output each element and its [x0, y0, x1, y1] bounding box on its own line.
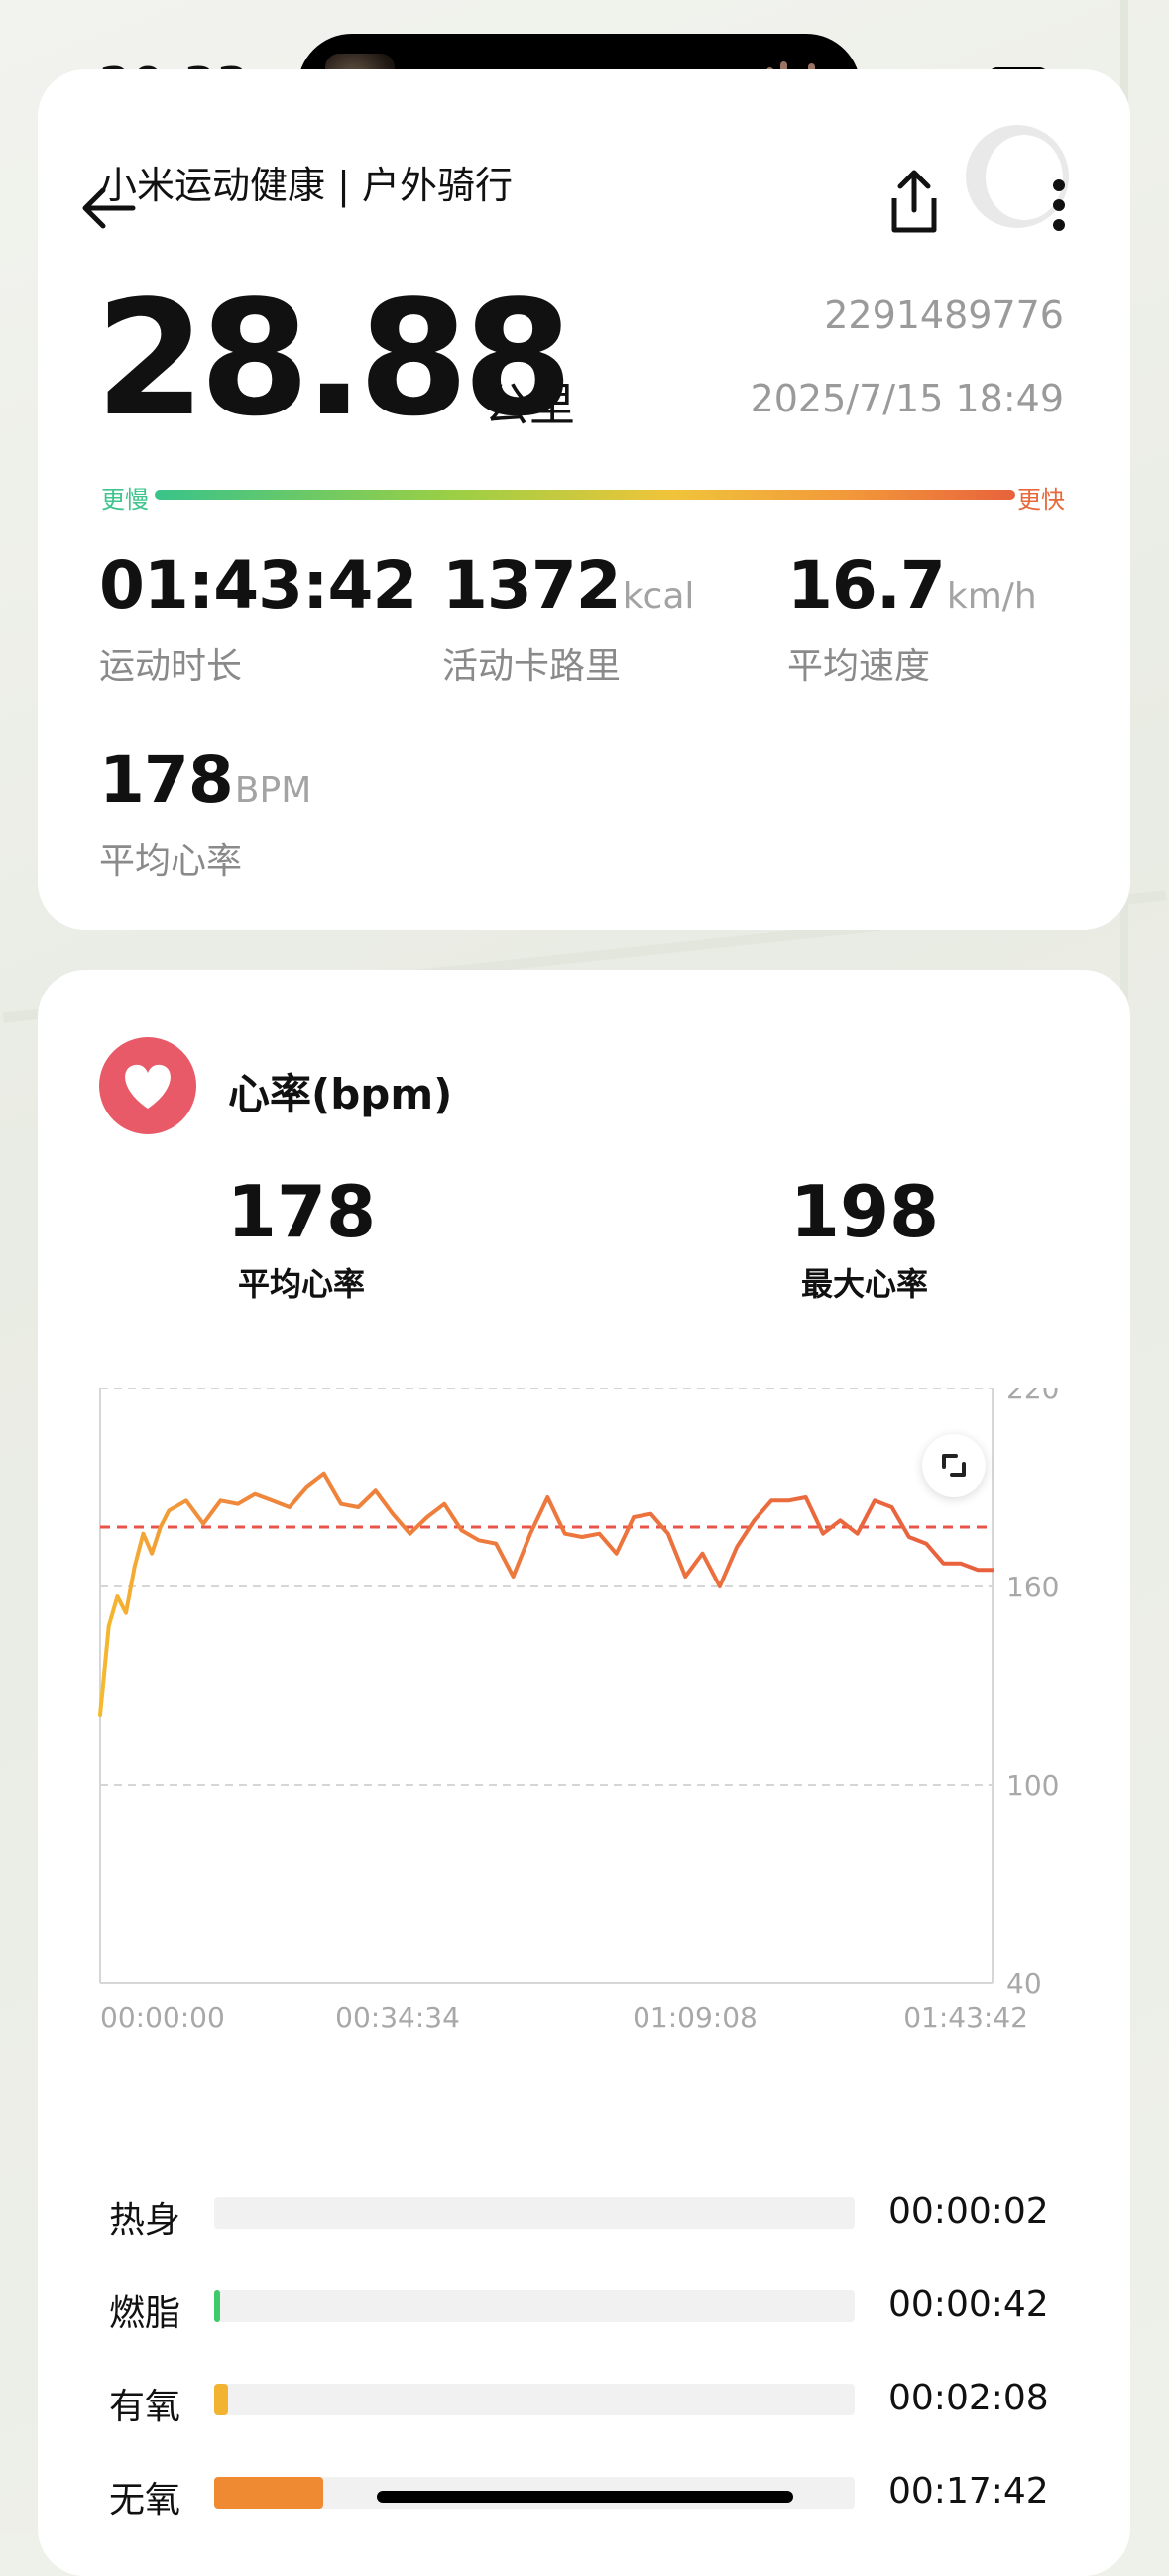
y-tick-label: 40: [1006, 1967, 1042, 2000]
zone-name: 无氧: [109, 2480, 181, 2520]
heart-rate-title: 心率(bpm): [228, 1070, 453, 1118]
metric-value: 01:43:42: [99, 547, 417, 624]
metric-label: 运动时长: [99, 646, 243, 687]
home-indicator[interactable]: [377, 2491, 793, 2503]
zone-time: 00:00:02: [888, 2191, 1049, 2232]
workout-date: 2025/7/15 18:49: [750, 377, 1064, 420]
zone-track: [214, 2197, 855, 2229]
speed-slow-label: 更慢: [101, 486, 149, 514]
share-icon[interactable]: [884, 167, 944, 238]
zone-bar: [214, 2290, 221, 2322]
max-heart-rate-value: 198: [789, 1170, 940, 1253]
heart-icon: [99, 1037, 196, 1134]
zone-track: [214, 2384, 855, 2415]
y-tick-label: 220: [1006, 1388, 1059, 1405]
zone-name: 热身: [109, 2200, 181, 2241]
avg-heart-rate-label: 平均心率: [237, 1265, 365, 1303]
y-tick-label: 160: [1006, 1571, 1059, 1603]
metric-label: 平均心率: [99, 841, 243, 881]
zone-bar: [214, 2384, 228, 2415]
metric-label: 活动卡路里: [442, 646, 622, 687]
speed-fast-label: 更快: [1017, 486, 1065, 514]
more-options-icon[interactable]: [1049, 178, 1069, 232]
metric-value: 1372: [442, 547, 622, 624]
zone-time: 00:02:08: [888, 2378, 1049, 2418]
metric-unit: BPM: [234, 770, 312, 811]
heart-rate-series-line: [98, 1471, 994, 1717]
y-tick-label: 100: [1006, 1769, 1059, 1802]
metric-label: 平均速度: [787, 646, 931, 687]
max-heart-rate-label: 最大心率: [800, 1265, 928, 1303]
metric-avg-heart-rate: 178BPM 平均心率: [99, 742, 311, 883]
zone-row-aerobic: 有氧 00:02:08: [109, 2372, 1061, 2431]
page-title: 小米运动健康 | 户外骑行: [99, 164, 513, 207]
expand-chart-button[interactable]: [922, 1434, 986, 1497]
avg-heart-rate-value: 178: [226, 1170, 377, 1253]
zone-time: 00:00:42: [888, 2284, 1049, 2325]
expand-icon: [942, 1454, 966, 1477]
max-heart-rate-stat: 198 最大心率: [746, 1170, 984, 1305]
x-tick-label: 01:09:08: [633, 2001, 758, 2034]
distance-unit: 公里: [484, 378, 575, 431]
zone-name: 燃脂: [109, 2293, 181, 2334]
zone-row-warmup: 热身 00:00:02: [109, 2185, 1061, 2245]
zone-name: 有氧: [109, 2387, 181, 2427]
x-tick-label: 00:34:34: [335, 2001, 460, 2034]
metric-unit: kcal: [622, 576, 695, 617]
x-tick-label: 01:43:42: [903, 2001, 1028, 2034]
speed-gradient-bar: [155, 490, 1015, 500]
metric-avg-speed: 16.7km/h 平均速度: [787, 547, 1037, 689]
metric-duration: 01:43:42 运动时长: [99, 547, 418, 689]
metric-value: 178: [99, 742, 234, 818]
zone-time: 00:17:42: [888, 2471, 1049, 2512]
metric-value: 16.7: [787, 547, 946, 624]
zone-bar: [214, 2477, 324, 2509]
metric-calories: 1372kcal 活动卡路里: [442, 547, 694, 689]
zone-row-fat-burn: 燃脂 00:00:42: [109, 2279, 1061, 2338]
zone-track: [214, 2290, 855, 2322]
avg-heart-rate-stat: 178 平均心率: [182, 1170, 420, 1305]
metric-unit: km/h: [946, 576, 1037, 617]
x-tick-label: 00:00:00: [100, 2001, 225, 2034]
record-id: 2291489776: [824, 293, 1064, 337]
